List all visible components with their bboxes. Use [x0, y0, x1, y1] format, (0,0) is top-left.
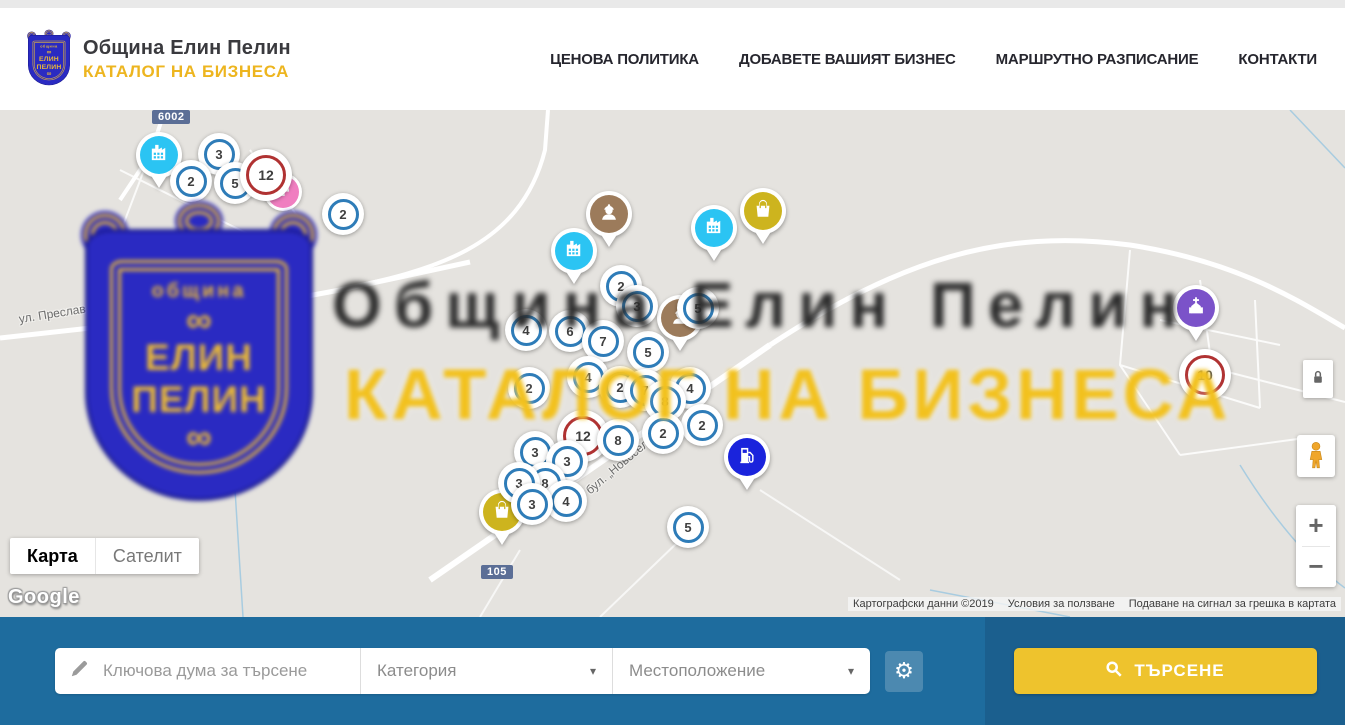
cluster-count: 3 — [622, 291, 653, 322]
cluster-count: 3 — [517, 489, 548, 520]
keyword-search-input[interactable] — [101, 660, 346, 682]
cluster-count: 5 — [673, 512, 704, 543]
cluster-count: 2 — [687, 410, 718, 441]
pegman-streetview-button[interactable] — [1297, 435, 1335, 477]
attribution-link[interactable]: Подаване на сигнал за грешка в картата — [1129, 598, 1336, 610]
gear-icon: ⚙ — [894, 660, 914, 682]
pin-church[interactable] — [1173, 285, 1219, 341]
cluster-marker[interactable]: 5 — [677, 287, 719, 329]
cluster-marker[interactable]: 12 — [240, 149, 292, 201]
keyword-section — [55, 648, 360, 694]
site-title: Община Елин Пелин — [83, 36, 291, 61]
cluster-marker[interactable]: 2 — [681, 404, 723, 446]
crest-small-holder: община∞ЕЛИНПЕЛИН∞ — [28, 32, 36, 85]
map-attribution: Картографски данни ©2019 Условия за ползв… — [848, 597, 1341, 611]
map-canvas[interactable]: 325122235467524274822128338343510 600210… — [0, 110, 1345, 617]
cluster-count: 2 — [328, 199, 359, 230]
cluster-count: 4 — [551, 486, 582, 517]
cluster-count: 12 — [246, 155, 286, 195]
cluster-count: 6 — [555, 316, 586, 347]
header: община∞ЕЛИНПЕЛИН∞ Община Елин Пелин КАТА… — [0, 8, 1345, 110]
factory-icon — [703, 214, 726, 242]
pin-factory[interactable] — [551, 228, 597, 284]
crest-word-1: ЕЛИН — [39, 55, 59, 63]
road-number-badge: 6002 — [152, 110, 190, 124]
advanced-settings-button[interactable]: ⚙ — [885, 651, 923, 692]
search-button[interactable]: ТЪРСЕНЕ — [1014, 648, 1317, 694]
pin-bag[interactable] — [740, 188, 786, 244]
cluster-marker[interactable]: 5 — [667, 506, 709, 548]
cluster-count: 10 — [1185, 355, 1225, 395]
road-number-badge: 105 — [481, 565, 513, 579]
location-select[interactable]: Местоположение ▾ — [612, 648, 870, 694]
map-type-satellite-button[interactable]: Сателит — [95, 538, 199, 574]
nav-item[interactable]: ДОБАВЕТЕ ВАШИЯТ БИЗНЕС — [739, 51, 956, 68]
cluster-marker[interactable]: 8 — [597, 419, 639, 461]
crest-shield: община∞ЕЛИНПЕЛИН∞ — [28, 35, 70, 85]
nav-item[interactable]: ЦЕНОВА ПОЛИТИКА — [550, 51, 699, 68]
category-select[interactable]: Категория ▾ — [360, 648, 612, 694]
search-icon — [1105, 660, 1123, 683]
cluster-marker[interactable]: 2 — [642, 412, 684, 454]
crest: община∞ЕЛИНПЕЛИН∞ — [28, 32, 70, 85]
attribution-link[interactable]: Условия за ползване — [1008, 598, 1115, 610]
page-top-strip — [0, 0, 1345, 8]
pin-factory[interactable] — [691, 205, 737, 261]
cluster-count: 4 — [511, 315, 542, 346]
cluster-marker[interactable]: 3 — [616, 285, 658, 327]
fuel-icon — [737, 445, 757, 470]
pin-fuel[interactable] — [724, 434, 770, 490]
crest-flourish-icon: ∞ — [47, 71, 52, 77]
search-bar-left: Категория ▾ Местоположение ▾ ⚙ — [0, 617, 985, 725]
category-select-label: Категория — [377, 661, 456, 681]
lock-button[interactable] — [1303, 360, 1333, 398]
map-type-control: Карта Сателит — [10, 538, 199, 574]
factory-icon — [563, 237, 586, 265]
cluster-marker[interactable]: 10 — [1179, 349, 1231, 401]
cluster-marker[interactable]: 4 — [505, 309, 547, 351]
bag-icon — [491, 499, 513, 526]
pencil-icon — [69, 658, 90, 684]
church-icon — [1185, 295, 1207, 322]
pegman-icon — [1305, 441, 1327, 472]
search-input-group: Категория ▾ Местоположение ▾ — [55, 648, 870, 694]
zoom-out-button[interactable]: − — [1296, 547, 1336, 588]
cluster-marker[interactable]: 2 — [508, 367, 550, 409]
nav-item[interactable]: КОНТАКТИ — [1238, 51, 1317, 68]
search-bar: Категория ▾ Местоположение ▾ ⚙ ТЪРСЕНЕ — [0, 617, 1345, 725]
nav-item[interactable]: МАРШРУТНО РАЗПИСАНИЕ — [996, 51, 1199, 68]
cluster-marker[interactable]: 2 — [322, 193, 364, 235]
search-bar-right: ТЪРСЕНЕ — [985, 617, 1345, 725]
municipality-crest-logo: община∞ЕЛИНПЕЛИН∞ — [28, 32, 70, 86]
cluster-count: 2 — [514, 373, 545, 404]
search-button-label: ТЪРСЕНЕ — [1134, 661, 1224, 681]
cluster-count: 7 — [588, 326, 619, 357]
cluster-count: 5 — [683, 293, 714, 324]
bag-icon — [752, 198, 774, 225]
cluster-count: 2 — [648, 418, 679, 449]
site-subtitle: КАТАЛОГ НА БИЗНЕСА — [83, 61, 291, 82]
chevron-down-icon: ▾ — [590, 664, 596, 678]
worker-icon — [598, 201, 620, 228]
zoom-in-button[interactable]: + — [1296, 505, 1336, 546]
cluster-marker[interactable]: 2 — [170, 160, 212, 202]
location-select-label: Местоположение — [629, 661, 765, 681]
zoom-control: + − — [1296, 505, 1336, 587]
cluster-count: 2 — [176, 166, 207, 197]
brand-text: Община Елин Пелин КАТАЛОГ НА БИЗНЕСА — [83, 36, 291, 82]
cluster-marker[interactable]: 3 — [511, 483, 553, 525]
brand[interactable]: община∞ЕЛИНПЕЛИН∞ Община Елин Пелин КАТА… — [28, 32, 291, 86]
chevron-down-icon: ▾ — [848, 664, 854, 678]
factory-icon — [148, 141, 171, 169]
google-logo[interactable]: Google — [8, 586, 80, 609]
cluster-marker[interactable]: 5 — [627, 331, 669, 373]
lock-icon — [1311, 369, 1325, 389]
map-type-map-button[interactable]: Карта — [10, 538, 95, 574]
cluster-count: 8 — [603, 425, 634, 456]
main-nav: ЦЕНОВА ПОЛИТИКА ДОБАВЕТЕ ВАШИЯТ БИЗНЕС МАР… — [550, 51, 1317, 68]
cluster-count: 5 — [633, 337, 664, 368]
map-data-copyright: Картографски данни ©2019 — [853, 598, 994, 610]
